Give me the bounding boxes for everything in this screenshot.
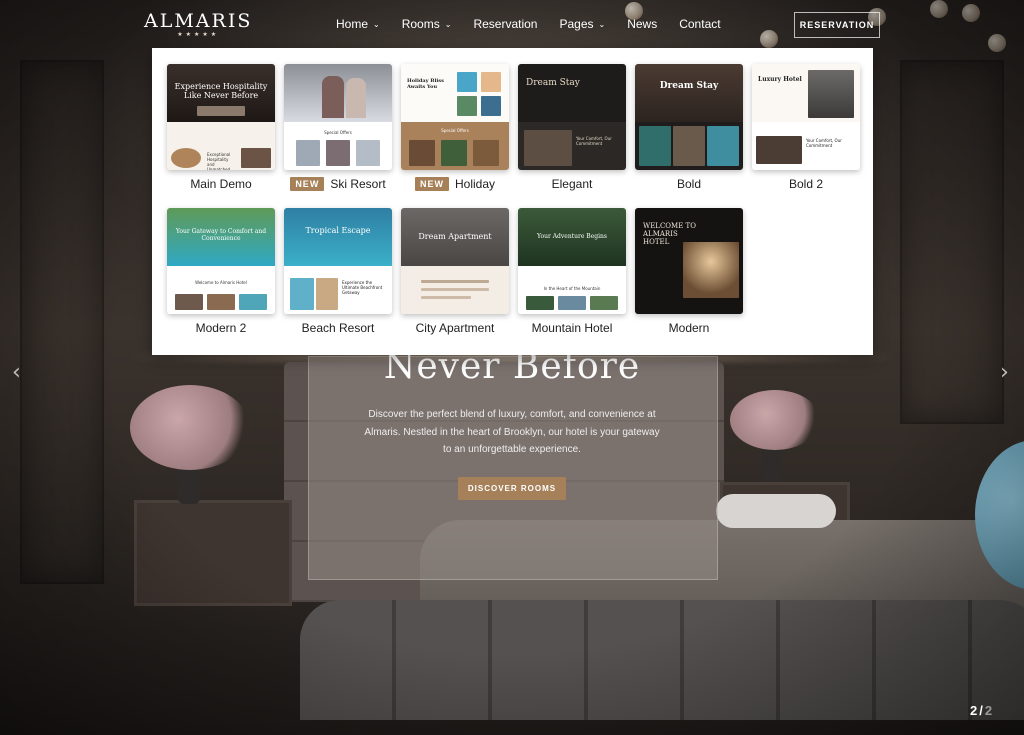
demo-bold[interactable]: Dream Stay Bold (635, 64, 743, 191)
demo-bold-2[interactable]: Luxury Hotel Your Comfort, Our Commitmen… (752, 64, 860, 191)
slider-prev-arrow-icon[interactable]: ‹ (12, 360, 21, 385)
demo-thumbnail: Your Adventure Begins In the Heart of th… (518, 208, 626, 314)
thumb-caption: Experience Hospitality Like Never Before (174, 82, 268, 100)
thumb-sub: In the Heart of the Mountain (543, 286, 601, 291)
slide-separator: / (979, 703, 983, 718)
nav-label: Pages (559, 17, 594, 31)
demo-mountain-hotel[interactable]: Your Adventure Begins In the Heart of th… (518, 208, 626, 335)
demo-thumbnail: Dream Stay Your Comfort, Our Commitment (518, 64, 626, 170)
demo-thumbnail: Holiday Bliss Awaits You Special Offers (401, 64, 509, 170)
chevron-down-icon: ⌄ (598, 19, 606, 29)
thumb-caption: Your Gateway to Comfort and Convenience (175, 228, 267, 242)
demo-elegant[interactable]: Dream Stay Your Comfort, Our Commitment … (518, 64, 626, 191)
nav-item-reservation[interactable]: Reservation (473, 17, 537, 31)
thumb-caption: Tropical Escape (305, 226, 371, 235)
demo-name: Ski Resort (330, 177, 386, 191)
demo-label: Bold 2 (752, 177, 860, 191)
demo-label: Beach Resort (284, 321, 392, 335)
demo-name: Elegant (551, 177, 593, 191)
demo-label: NEW Holiday (401, 177, 509, 191)
slide-counter: 2/2 (970, 703, 992, 718)
thumb-sub: Special Offers (324, 130, 352, 135)
nav-item-rooms[interactable]: Rooms ⌄ (402, 17, 452, 31)
demo-name: Mountain Hotel (531, 321, 613, 335)
thumb-caption: Luxury Hotel (758, 76, 802, 83)
discover-rooms-button[interactable]: DISCOVER ROOMS (458, 477, 566, 500)
demo-name: City Apartment (415, 321, 495, 335)
new-badge: NEW (290, 177, 325, 191)
demo-main-demo[interactable]: Experience Hospitality Like Never Before… (167, 64, 275, 191)
demo-name: Modern (668, 321, 710, 335)
slide-total: 2 (984, 703, 993, 718)
thumb-sub: Exceptional Hospitality and Unmatched Re… (207, 152, 231, 170)
thumb-caption: WELCOME TO ALMARIS HOTEL (643, 222, 696, 246)
demo-label: Modern 2 (167, 321, 275, 335)
demo-thumbnail: Experience Hospitality Like Never Before… (167, 64, 275, 170)
nav-label: Home (336, 17, 369, 31)
thumb-sub: Your Comfort, Our Commitment (806, 138, 842, 148)
demo-beach-resort[interactable]: Tropical Escape Experience the Ultimate … (284, 208, 392, 335)
demo-ski-resort[interactable]: Special Offers NEW Ski Resort (284, 64, 392, 191)
slide-current: 2 (970, 703, 978, 718)
demo-name: Holiday (454, 177, 496, 191)
demo-name: Bold 2 (788, 177, 824, 191)
demo-label: Bold (635, 177, 743, 191)
thumb-sub: Experience the Ultimate Beachfront Getaw… (342, 280, 383, 295)
thumb-caption: Dream Stay (659, 81, 719, 91)
nav-label: News (627, 17, 658, 31)
demo-name: Modern 2 (195, 321, 247, 335)
demo-thumbnail: Luxury Hotel Your Comfort, Our Commitmen… (752, 64, 860, 170)
demo-thumbnail: Dream Stay (635, 64, 743, 170)
nav-item-pages[interactable]: Pages ⌄ (559, 17, 605, 31)
demo-label: City Apartment (401, 321, 509, 335)
thumb-sub: Your Comfort, Our Commitment (576, 136, 612, 146)
hero-description: Discover the perfect blend of luxury, co… (364, 409, 660, 455)
new-badge: NEW (414, 177, 449, 191)
demo-thumbnail: WELCOME TO ALMARIS HOTEL (635, 208, 743, 314)
demo-label: Mountain Hotel (518, 321, 626, 335)
thumb-caption: Holiday Bliss Awaits You (407, 78, 444, 90)
demo-name: Bold (676, 177, 702, 191)
demo-thumbnail: Dream Apartment (401, 208, 509, 314)
demo-thumbnail: Tropical Escape Experience the Ultimate … (284, 208, 392, 314)
chevron-down-icon: ⌄ (444, 19, 452, 29)
demo-label: Elegant (518, 177, 626, 191)
logo-stars: ★★★★★ (177, 31, 220, 38)
thumb-caption: Dream Stay (526, 78, 580, 88)
reservation-button[interactable]: RESERVATION (794, 12, 880, 38)
logo-text: ALMARIS (144, 10, 253, 32)
chevron-down-icon: ⌄ (373, 19, 380, 29)
demo-name: Main Demo (190, 177, 252, 191)
logo[interactable]: ALMARIS ★★★★★ (144, 10, 252, 38)
nav-item-contact[interactable]: Contact (679, 17, 720, 31)
demo-modern[interactable]: WELCOME TO ALMARIS HOTEL Modern (635, 208, 743, 335)
nav-item-home[interactable]: Home ⌄ (336, 17, 380, 31)
thumb-sub: Special Offers (441, 128, 469, 133)
demo-name: Beach Resort (301, 321, 375, 335)
demo-label: Main Demo (167, 177, 275, 191)
demo-label: Modern (635, 321, 743, 335)
demos-mega-menu: Experience Hospitality Like Never Before… (152, 48, 873, 355)
hero-card (308, 356, 718, 580)
nav-label: Contact (679, 17, 721, 31)
demo-city-apartment[interactable]: Dream Apartment City Apartment (401, 208, 509, 335)
main-nav: Home ⌄ Rooms ⌄ Reservation Pages ⌄ News Con… (336, 17, 743, 31)
demo-thumbnail: Special Offers (284, 64, 392, 170)
demo-holiday[interactable]: Holiday Bliss Awaits You Special Offers … (401, 64, 509, 191)
slider-next-arrow-icon[interactable]: › (1000, 360, 1009, 385)
thumb-sub: Welcome to Almaris Hotel (195, 280, 247, 285)
thumb-caption: Dream Apartment (418, 232, 492, 241)
nav-item-news[interactable]: News (627, 17, 657, 31)
demo-label: NEW Ski Resort (284, 177, 392, 191)
nav-label: Rooms (401, 17, 440, 31)
nav-label: Reservation (473, 17, 538, 31)
demo-thumbnail: Your Gateway to Comfort and Convenience … (167, 208, 275, 314)
thumb-caption: Your Adventure Begins (537, 233, 607, 240)
demo-modern-2[interactable]: Your Gateway to Comfort and Convenience … (167, 208, 275, 335)
